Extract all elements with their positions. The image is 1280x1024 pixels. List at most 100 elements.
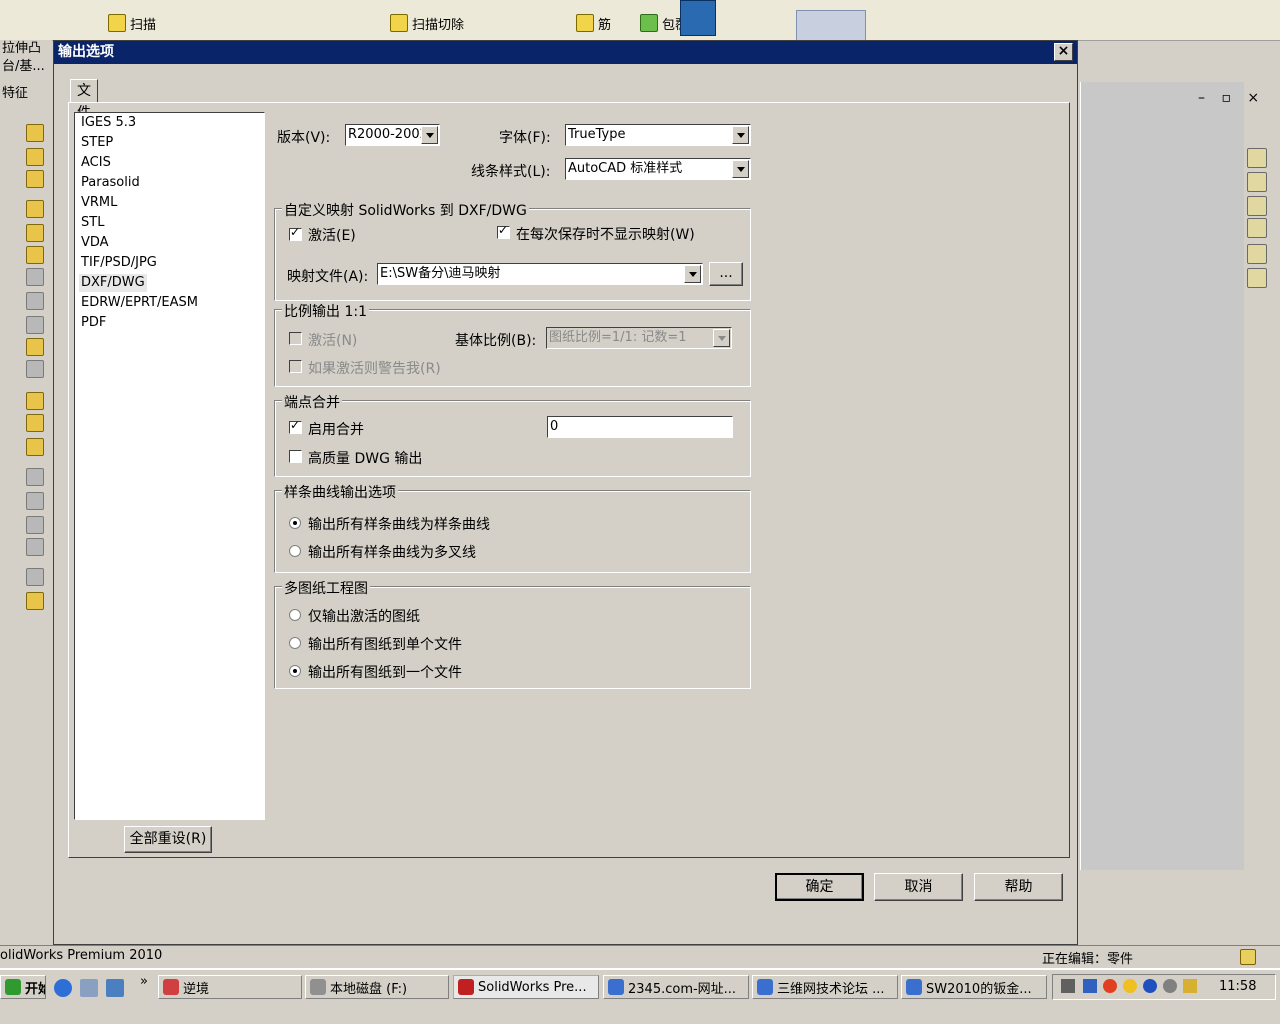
all-sheets-one-file-radio[interactable] <box>289 665 301 677</box>
active-tool-button[interactable] <box>796 10 866 42</box>
library-icon[interactable] <box>1247 172 1267 192</box>
tool-icon[interactable] <box>26 268 44 286</box>
dialog-titlebar[interactable]: 输出选项 <box>54 41 1077 64</box>
font-select[interactable]: TrueType <box>565 124 751 146</box>
ok-button[interactable]: 确定 <box>775 873 864 901</box>
no-show-mapping-checkbox[interactable] <box>497 223 510 239</box>
desktop-icon[interactable] <box>80 979 98 997</box>
view-palette-icon[interactable] <box>1247 218 1267 238</box>
rib-button[interactable]: 筋 <box>576 12 611 34</box>
base-scale-select[interactable]: 图纸比例=1/1: 记数=1 <box>546 327 732 349</box>
list-item[interactable]: VDA <box>79 234 111 252</box>
list-item[interactable]: IGES 5.3 <box>79 114 138 132</box>
tool-icon[interactable] <box>26 124 44 142</box>
help-button[interactable]: 帮助 <box>974 873 1063 901</box>
chevron-down-icon[interactable] <box>421 126 438 144</box>
tray-icon[interactable] <box>1103 979 1117 993</box>
tool-icon[interactable] <box>26 316 44 334</box>
list-item[interactable]: TIF/PSD/JPG <box>79 254 159 272</box>
tool-icon[interactable] <box>26 468 44 486</box>
file-format-list[interactable]: IGES 5.3 STEP ACIS Parasolid VRML STL VD… <box>74 112 265 820</box>
tool-icon[interactable] <box>26 338 44 356</box>
spline-as-polyline-radio[interactable] <box>289 545 301 557</box>
start-button[interactable]: 开始 <box>0 975 46 999</box>
keyboard-icon[interactable] <box>1061 979 1075 993</box>
tool-icon[interactable] <box>26 392 44 410</box>
list-item[interactable]: VRML <box>79 194 119 212</box>
chevron-down-icon[interactable] <box>732 160 749 178</box>
tool-icon[interactable] <box>26 492 44 510</box>
window-controls[interactable]: – ▫ × <box>1198 90 1265 106</box>
taskbar-item[interactable]: SolidWorks Pre... <box>453 975 599 999</box>
mapping-activate-checkbox[interactable] <box>289 225 302 241</box>
tool-icon[interactable] <box>26 224 44 242</box>
quick-launch-more[interactable]: » <box>140 974 148 989</box>
properties-icon[interactable] <box>1247 268 1267 288</box>
tray-icon[interactable] <box>1083 979 1097 993</box>
folder-icon[interactable] <box>1247 196 1267 216</box>
taskbar-item[interactable]: 2345.com-网址... <box>603 975 749 999</box>
tool-icon[interactable] <box>26 360 44 378</box>
list-item[interactable]: PDF <box>79 314 108 332</box>
tool-icon[interactable] <box>26 516 44 534</box>
taskbar-item[interactable]: SW2010的钣金... <box>901 975 1047 999</box>
sweep-button[interactable]: 扫描 <box>108 12 156 34</box>
list-item[interactable]: Parasolid <box>79 174 142 192</box>
list-item[interactable]: STL <box>79 214 106 232</box>
enable-merge-label[interactable]: 启用合并 <box>308 419 364 439</box>
extrude-boss-label[interactable]: 拉伸凸 台/基... <box>2 40 45 76</box>
map-file-select[interactable]: E:\SW备分\迪马映射 <box>377 263 703 285</box>
multisheet-option-label[interactable]: 输出所有图纸到一个文件 <box>308 662 462 682</box>
tray-icon[interactable] <box>1123 979 1137 993</box>
tray-icon[interactable] <box>1143 979 1157 993</box>
ie-icon[interactable] <box>54 979 72 997</box>
pencil-icon[interactable] <box>1240 949 1256 965</box>
warn-checkbox[interactable] <box>289 360 302 373</box>
close-button[interactable]: × <box>1054 43 1073 61</box>
tool-icon[interactable] <box>26 292 44 310</box>
merge-tolerance-input[interactable]: 0 <box>547 416 733 438</box>
version-select[interactable]: R2000-2002 <box>345 124 440 146</box>
cancel-button[interactable]: 取消 <box>874 873 963 901</box>
high-quality-dwg-checkbox[interactable] <box>289 450 302 463</box>
multisheet-option-label[interactable]: 仅输出激活的图纸 <box>308 606 420 626</box>
tool-icon[interactable] <box>26 568 44 586</box>
taskbar-item[interactable]: 三维网技术论坛 ... <box>752 975 898 999</box>
tray-icon[interactable] <box>1183 979 1197 993</box>
browse-button[interactable]: ... <box>709 262 743 286</box>
list-item-selected[interactable]: DXF/DWG <box>79 274 147 292</box>
no-show-mapping-label[interactable]: 在每次保存时不显示映射(W) <box>516 224 695 244</box>
list-item[interactable]: ACIS <box>79 154 113 172</box>
tool-icon[interactable] <box>26 170 44 188</box>
list-item[interactable]: EDRW/EPRT/EASM <box>79 294 200 312</box>
linestyle-select[interactable]: AutoCAD 标准样式 <box>565 158 751 180</box>
tool-icon[interactable] <box>26 438 44 456</box>
scale-activate-checkbox[interactable] <box>289 332 302 345</box>
active-sheet-only-radio[interactable] <box>289 609 301 621</box>
tool-icon[interactable] <box>26 538 44 556</box>
taskbar-item[interactable]: 本地磁盘 (F:) <box>305 975 449 999</box>
enable-merge-checkbox[interactable] <box>289 418 302 434</box>
all-sheets-separate-radio[interactable] <box>289 637 301 649</box>
sweep-cut-button[interactable]: 扫描切除 <box>390 12 464 34</box>
high-quality-dwg-label[interactable]: 高质量 DWG 输出 <box>308 448 422 468</box>
tool-icon[interactable] <box>26 148 44 166</box>
tool-icon[interactable] <box>26 246 44 264</box>
mapping-activate-label[interactable]: 激活(E) <box>308 225 356 245</box>
spline-option-label[interactable]: 输出所有样条曲线为样条曲线 <box>308 514 490 534</box>
tool-icon[interactable] <box>26 200 44 218</box>
tool-icon[interactable] <box>26 414 44 432</box>
tray-icon[interactable] <box>1163 979 1177 993</box>
chevron-down-icon[interactable] <box>732 126 749 144</box>
features-tab[interactable]: 特征 <box>2 82 28 101</box>
chevron-down-icon[interactable] <box>684 265 701 283</box>
media-icon[interactable] <box>106 979 124 997</box>
spline-option-label[interactable]: 输出所有样条曲线为多叉线 <box>308 542 476 562</box>
spline-as-spline-radio[interactable] <box>289 517 301 529</box>
chevron-down-icon[interactable] <box>713 329 730 347</box>
list-item[interactable]: STEP <box>79 134 115 152</box>
appearance-icon[interactable] <box>1247 244 1267 264</box>
multisheet-option-label[interactable]: 输出所有图纸到单个文件 <box>308 634 462 654</box>
reset-all-button[interactable]: 全部重设(R) <box>124 826 212 853</box>
taskbar-item[interactable]: 逆境 <box>158 975 302 999</box>
